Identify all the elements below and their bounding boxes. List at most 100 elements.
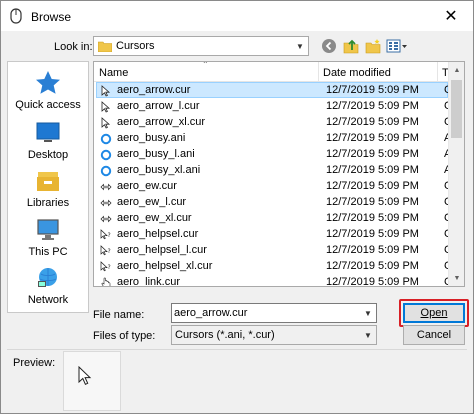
place-libraries[interactable]: Libraries [8,168,88,214]
back-button[interactable] [319,37,339,55]
file-row[interactable]: ? aero_helpsel.cur 12/7/2019 5:09 PM Cu [94,226,458,242]
file-row[interactable]: aero_busy_l.ani 12/7/2019 5:09 PM An [94,146,457,162]
column-header-date[interactable]: Date modified [323,67,391,79]
file-row[interactable]: aero_arrow_l.cur 12/7/2019 5:09 PM Cu [94,98,458,114]
cancel-button-label: Cancel [416,329,452,341]
help-cursor-icon: ? [100,229,111,240]
preview-label: Preview: [13,357,56,369]
back-icon [322,39,336,53]
svg-text:?: ? [108,232,111,239]
file-rows: aero_arrow.cur 12/7/2019 5:09 PM Cu aero… [94,82,458,287]
divider [7,349,467,350]
file-name: aero_helpsel_l.cur [117,244,207,256]
file-date: 12/7/2019 5:09 PM [326,116,419,128]
chevron-down-icon[interactable]: ▼ [360,326,376,344]
help-cursor-icon: ? [100,261,111,272]
file-date: 12/7/2019 5:09 PM [326,212,419,224]
new-folder-button[interactable] [363,37,383,55]
look-in-dropdown[interactable]: Cursors ▼ [93,36,309,56]
star-icon [36,71,60,94]
file-date: 12/7/2019 5:09 PM [326,164,419,176]
file-date: 12/7/2019 5:09 PM [326,260,419,272]
file-name-field[interactable]: ▼ [171,303,377,323]
busy-cursor-icon [100,165,112,177]
place-quick-access[interactable]: Quick access [8,70,88,116]
file-name: aero_helpsel_xl.cur [117,260,213,272]
open-button-label: Open [420,307,448,319]
files-of-type-value: Cursors (*.ani, *.cur) [175,329,275,341]
chevron-down-icon[interactable]: ▼ [360,304,376,322]
open-button[interactable]: Open [403,303,465,323]
look-in-label: Look in: [54,41,93,53]
file-row[interactable]: ? aero_helpsel_l.cur 12/7/2019 5:09 PM C… [94,242,458,258]
file-date: 12/7/2019 5:09 PM [326,84,419,96]
file-row[interactable]: aero_busy.ani 12/7/2019 5:09 PM An [94,130,457,146]
svg-text:?: ? [108,264,111,271]
busy-cursor-icon [100,149,112,161]
file-row[interactable]: aero_link.cur 12/7/2019 5:09 PM Cu [94,274,458,287]
navigation-toolbar [319,37,409,55]
close-icon: ✕ [444,8,458,25]
files-of-type-dropdown[interactable]: Cursors (*.ani, *.cur) ▼ [171,325,377,345]
arrow-cursor-icon [101,85,111,97]
file-row[interactable]: ? aero_helpsel_xl.cur 12/7/2019 5:09 PM … [94,258,458,274]
file-row[interactable]: aero_ew_xl.cur 12/7/2019 5:09 PM Cu [94,210,458,226]
scroll-thumb[interactable] [451,80,462,138]
file-name: aero_arrow_xl.cur [117,116,206,128]
file-name: aero_ew.cur [117,180,177,192]
file-name: aero_busy.ani [117,132,186,144]
close-button[interactable]: ✕ [429,1,473,31]
window-title: Browse [31,10,72,24]
file-date: 12/7/2019 5:09 PM [326,148,419,160]
file-name: aero_busy_l.ani [117,148,195,160]
file-row[interactable]: aero_arrow.cur 12/7/2019 5:09 PM Cu [94,82,458,98]
help-cursor-icon: ? [100,245,111,256]
title-bar: Browse ✕ [1,1,473,31]
view-menu-icon [386,39,407,53]
file-row[interactable]: aero_arrow_xl.cur 12/7/2019 5:09 PM Cu [94,114,458,130]
place-network[interactable]: Network [8,265,88,311]
libraries-icon [37,172,59,191]
place-this-pc[interactable]: This PC [8,217,88,263]
link-cursor-icon [101,277,111,286]
up-folder-icon [343,39,359,54]
scroll-up-icon[interactable]: ▲ [449,62,464,78]
file-name: aero_link.cur [117,276,180,287]
file-date: 12/7/2019 5:09 PM [326,180,419,192]
svg-text:?: ? [108,248,111,255]
folder-icon [98,41,112,52]
chevron-down-icon[interactable]: ▼ [292,37,308,55]
look-in-value: Cursors [116,40,155,52]
file-date: 12/7/2019 5:09 PM [326,132,419,144]
view-menu-button[interactable] [385,37,409,55]
arrow-cursor-icon [78,366,92,385]
arrow-cursor-icon [101,101,111,113]
file-name: aero_arrow.cur [117,84,191,96]
network-icon [38,268,57,287]
places-bar: Quick access Desktop Libraries This PC N… [7,61,89,313]
files-of-type-label: Files of type: [93,330,156,342]
file-row[interactable]: aero_ew.cur 12/7/2019 5:09 PM Cu [94,178,458,194]
column-header-name[interactable]: Name [99,67,128,79]
mouse-icon [10,8,22,24]
file-date: 12/7/2019 5:09 PM [326,244,419,256]
file-row[interactable]: aero_busy_xl.ani 12/7/2019 5:09 PM An [94,162,457,178]
scroll-down-icon[interactable]: ▼ [449,270,464,286]
file-name-input[interactable] [172,304,360,322]
file-list[interactable]: ⌃ Name Date modified Ty aero_arrow.cur 1… [93,61,465,287]
column-divider[interactable] [437,62,438,82]
busy-cursor-icon [100,133,112,145]
file-name: aero_helpsel.cur [117,228,199,240]
file-row[interactable]: aero_ew_l.cur 12/7/2019 5:09 PM Cu [94,194,458,210]
file-name: aero_arrow_l.cur [117,100,200,112]
file-date: 12/7/2019 5:09 PM [326,100,419,112]
place-desktop[interactable]: Desktop [8,120,88,166]
sort-ascending-icon: ⌃ [202,61,209,69]
cancel-button[interactable]: Cancel [403,325,465,345]
up-folder-button[interactable] [341,37,361,55]
resize-ew-cursor-icon [100,215,112,223]
column-divider[interactable] [318,62,319,82]
file-name: aero_ew_xl.cur [117,212,192,224]
file-name: aero_ew_l.cur [117,196,187,208]
vertical-scrollbar[interactable]: ▲ ▼ [448,62,464,286]
